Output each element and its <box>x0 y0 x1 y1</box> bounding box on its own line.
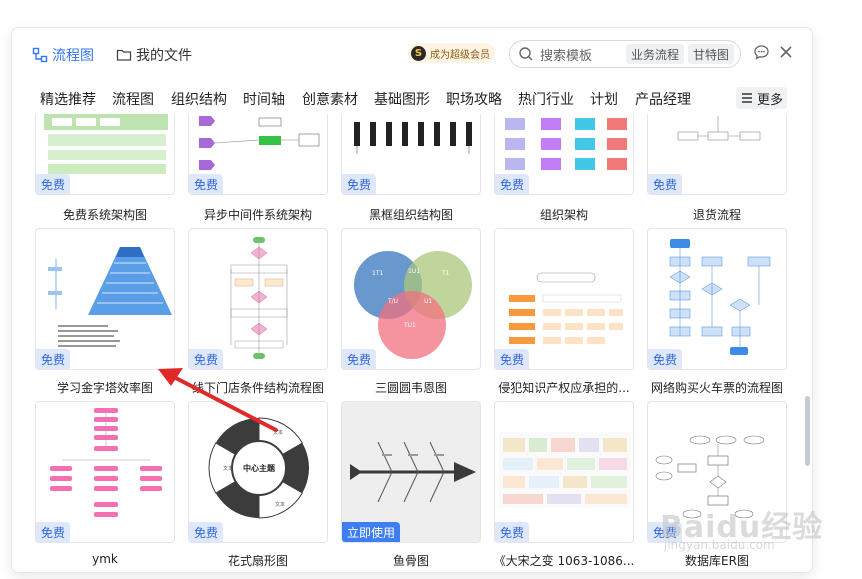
template-card[interactable]: 免费 <box>647 401 787 543</box>
tab-my-files-label: 我的文件 <box>136 48 192 64</box>
template-title[interactable]: 花式扇形图 <box>183 552 333 569</box>
badge-free: 免费 <box>342 174 377 194</box>
ring-segment-label: 文本 <box>223 465 233 472</box>
template-title[interactable]: 黑框组织结构图 <box>336 206 486 223</box>
more-categories-button[interactable]: 更多 <box>736 87 788 109</box>
close-button[interactable] <box>778 44 794 64</box>
close-icon <box>780 46 792 58</box>
badge-free: 免费 <box>189 349 224 369</box>
tab-my-files[interactable]: 我的文件 <box>116 44 192 66</box>
category-tabs: 精选推荐 流程图 组织结构 时间轴 创意素材 基础图形 职场攻略 热门行业 计划… <box>12 84 812 114</box>
template-card[interactable]: 免费 <box>35 401 175 543</box>
screen: 流程图 我的文件 S 成为超级会员 搜索模板 业务流程 甘特图 精选推荐 流程图… <box>0 0 862 579</box>
template-card[interactable]: 免费 <box>35 114 175 195</box>
badge-free: 免费 <box>495 349 530 369</box>
search-chip-business-flow[interactable]: 业务流程 <box>626 44 685 64</box>
badge-free: 免费 <box>648 349 683 369</box>
ring-center-label: 中心主题 <box>243 463 276 473</box>
search-placeholder[interactable]: 搜索模板 <box>540 45 622 64</box>
template-title[interactable]: 学习金字塔效率图 <box>30 379 180 396</box>
folder-icon <box>116 49 132 61</box>
template-card[interactable]: 1T1 1U1 T1 T/U U1 TU1 免费 <box>341 228 481 370</box>
template-card[interactable]: 免费 <box>35 228 175 370</box>
venn-label: T/U <box>387 298 398 305</box>
dialog-header: 流程图 我的文件 S 成为超级会员 搜索模板 业务流程 甘特图 <box>12 28 812 78</box>
template-grid: 免费 免费 免费 免费 免费 免费系统架构图 异步中间件系统架构 黑框组织结构图… <box>12 114 802 572</box>
template-title[interactable]: 鱼骨图 <box>336 552 486 569</box>
template-card[interactable]: 免费 <box>188 228 328 370</box>
template-card[interactable]: 免费 <box>188 114 328 195</box>
template-dialog: 流程图 我的文件 S 成为超级会员 搜索模板 业务流程 甘特图 精选推荐 流程图… <box>12 28 812 572</box>
badge-free: 免费 <box>342 349 377 369</box>
badge-free: 免费 <box>648 174 683 194</box>
vip-label: 成为超级会员 <box>430 49 490 61</box>
template-card[interactable]: 免费 <box>494 228 634 370</box>
search-chip-gantt[interactable]: 甘特图 <box>688 44 735 64</box>
template-title[interactable]: 《大宋之变 1063-1086... <box>489 552 639 569</box>
category-creative[interactable]: 创意素材 <box>302 89 358 109</box>
vip-button[interactable]: S 成为超级会员 <box>408 43 495 63</box>
tab-flowchart[interactable]: 流程图 <box>32 44 94 66</box>
template-title[interactable]: 侵犯知识产权应承担的... <box>489 379 639 396</box>
category-industry[interactable]: 热门行业 <box>518 89 574 109</box>
template-title[interactable]: 免费系统架构图 <box>30 206 180 223</box>
category-flowchart[interactable]: 流程图 <box>112 89 154 109</box>
menu-icon <box>742 93 752 103</box>
category-plan[interactable]: 计划 <box>590 89 618 109</box>
category-timeline[interactable]: 时间轴 <box>243 89 285 109</box>
template-card[interactable]: 免费 <box>494 114 634 195</box>
badge-free: 免费 <box>189 522 224 542</box>
flowchart-icon <box>32 47 48 63</box>
template-card[interactable]: 中心主题 文本 文本 文本 免费 <box>188 401 328 543</box>
template-title[interactable]: 异步中间件系统架构 <box>183 206 333 223</box>
template-title[interactable]: 数据库ER图 <box>642 552 792 569</box>
search-box[interactable]: 搜索模板 业务流程 甘特图 <box>509 40 741 68</box>
template-card[interactable]: 免费 <box>647 228 787 370</box>
template-card[interactable]: 免费 <box>494 401 634 543</box>
venn-label: TU1 <box>403 322 416 329</box>
badge-free: 免费 <box>495 174 530 194</box>
category-featured[interactable]: 精选推荐 <box>40 89 96 109</box>
venn-label: 1T1 <box>372 270 383 277</box>
template-title[interactable]: 退货流程 <box>642 206 792 223</box>
badge-free: 免费 <box>36 522 71 542</box>
more-label: 更多 <box>757 92 784 108</box>
search-icon <box>519 47 533 61</box>
template-title[interactable]: 三圆圆韦恩图 <box>336 379 486 396</box>
template-card[interactable]: 立即使用 <box>341 401 481 543</box>
ring-segment-label: 文本 <box>275 501 285 508</box>
category-org-structure[interactable]: 组织结构 <box>171 89 227 109</box>
venn-label: T1 <box>441 270 450 277</box>
category-product-manager[interactable]: 产品经理 <box>635 89 691 109</box>
badge-free: 免费 <box>36 349 71 369</box>
badge-free: 免费 <box>495 522 530 542</box>
use-now-button[interactable]: 立即使用 <box>342 522 401 542</box>
venn-label: 1U1 <box>408 268 420 275</box>
badge-free: 免费 <box>189 174 224 194</box>
ring-segment-label: 文本 <box>273 429 283 436</box>
template-title[interactable]: 组织架构 <box>489 206 639 223</box>
template-title[interactable]: 网络购买火车票的流程图 <box>642 379 792 396</box>
template-card[interactable]: 免费 <box>647 114 787 195</box>
category-basic-shapes[interactable]: 基础图形 <box>374 89 430 109</box>
scrollbar-thumb[interactable] <box>805 396 810 466</box>
vip-badge-icon: S <box>411 45 426 61</box>
template-title[interactable]: 线下门店条件结构流程图 <box>183 379 333 396</box>
template-card[interactable]: 免费 <box>341 114 481 195</box>
feedback-button[interactable] <box>753 44 770 65</box>
badge-free: 免费 <box>648 522 683 542</box>
category-workplace[interactable]: 职场攻略 <box>446 89 502 109</box>
venn-label: U1 <box>424 298 432 305</box>
template-title[interactable]: ymk <box>30 552 180 566</box>
tab-flowchart-label: 流程图 <box>52 48 94 64</box>
badge-free: 免费 <box>36 174 71 194</box>
chat-bubble-icon <box>754 45 769 60</box>
